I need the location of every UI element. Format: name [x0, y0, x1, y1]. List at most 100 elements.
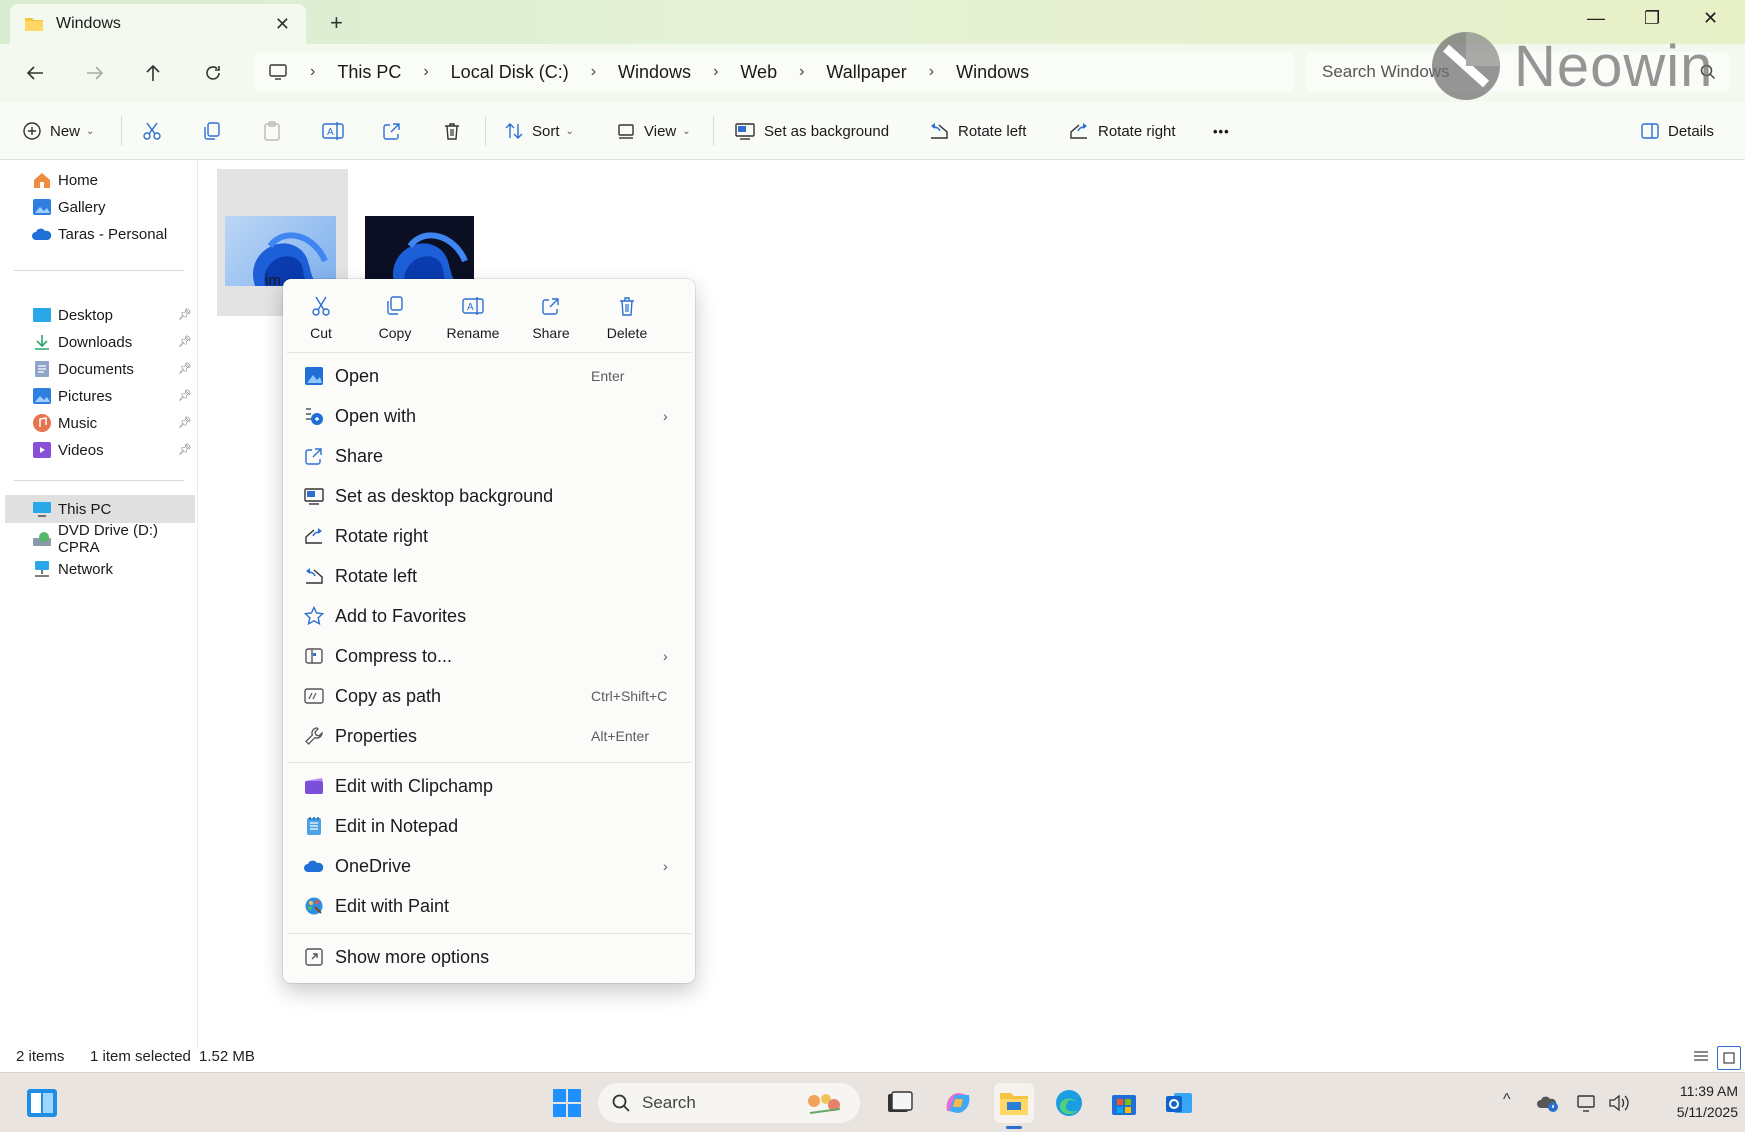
delete-action[interactable]: Delete	[599, 289, 655, 359]
sidebar-item-label: DVD Drive (D:) CPRA	[58, 522, 158, 556]
menu-item-open[interactable]: Open Enter	[287, 358, 691, 394]
menu-item-edit-with-clipchamp[interactable]: Edit with Clipchamp	[287, 768, 691, 804]
sidebar-item-home[interactable]: Home	[0, 166, 196, 194]
address-bar[interactable]: › This PC › Local Disk (C:) › Windows › …	[254, 52, 1294, 92]
chevron-down-icon: ⌄	[86, 125, 95, 137]
rename-action[interactable]: A Rename	[443, 289, 503, 359]
forward-button[interactable]	[82, 60, 108, 86]
back-button[interactable]	[22, 60, 48, 86]
more-options-button[interactable]: •••	[1213, 102, 1230, 160]
start-button[interactable]	[547, 1083, 587, 1123]
details-view-icon[interactable]	[1693, 1050, 1709, 1064]
sort-button[interactable]: Sort ⌄	[504, 102, 574, 160]
file-explorer-taskbar-button[interactable]	[994, 1083, 1034, 1129]
refresh-button[interactable]	[200, 60, 226, 86]
menu-item-rotate-right[interactable]: Rotate right	[287, 518, 691, 554]
rename-button[interactable]: A	[322, 102, 344, 160]
breadcrumb-wallpaper[interactable]: Wallpaper	[826, 62, 906, 83]
sidebar-item-this-pc[interactable]: This PC	[5, 495, 195, 523]
breadcrumb-this-pc[interactable]: This PC	[337, 62, 401, 83]
sidebar-item-music[interactable]: Music 📌︎	[0, 409, 196, 437]
taskbar-search-box[interactable]: Search	[598, 1083, 860, 1123]
sidebar-item-videos[interactable]: Videos 📌︎	[0, 436, 196, 464]
menu-item-edit-with-paint[interactable]: Edit with Paint	[287, 888, 691, 924]
sidebar-item-label: Gallery	[58, 198, 106, 216]
sidebar-item-onedrive-personal[interactable]: Taras - Personal	[0, 220, 196, 248]
pin-icon[interactable]: 📌︎	[178, 362, 192, 375]
up-button[interactable]	[140, 60, 166, 86]
details-button[interactable]: Details	[1640, 102, 1714, 160]
menu-item-share[interactable]: Share	[287, 438, 691, 474]
network-tray-button[interactable]	[1570, 1083, 1604, 1123]
pin-icon[interactable]: 📌︎	[178, 416, 192, 429]
large-icons-view-icon[interactable]	[1717, 1046, 1741, 1070]
pin-icon[interactable]: 📌︎	[178, 389, 192, 402]
menu-item-rotate-left[interactable]: Rotate left	[287, 558, 691, 594]
close-tab-icon[interactable]: ✕	[275, 14, 290, 35]
minimize-button[interactable]: —	[1587, 8, 1605, 29]
onedrive-tray-button[interactable]	[1530, 1083, 1566, 1123]
maximize-button[interactable]: ❐	[1644, 8, 1660, 29]
copilot-button[interactable]	[938, 1083, 978, 1123]
breadcrumb-windows-current[interactable]: Windows	[956, 62, 1029, 83]
system-clock[interactable]: 11:39 AM 5/11/2025	[1640, 1081, 1738, 1123]
selection-size: 1.52 MB	[199, 1048, 255, 1065]
cut-button[interactable]	[142, 102, 162, 160]
menu-item-compress-to[interactable]: Compress to... ›	[287, 638, 691, 674]
breadcrumb-web[interactable]: Web	[740, 62, 777, 83]
rotate-right-button[interactable]: Rotate right	[1068, 102, 1176, 160]
home-icon	[32, 170, 52, 190]
paste-button[interactable]	[262, 102, 282, 160]
show-hidden-icons-button[interactable]: ^	[1503, 1091, 1511, 1109]
pin-icon[interactable]: 📌︎	[178, 308, 192, 321]
outlook-button[interactable]	[1159, 1083, 1199, 1123]
close-window-button[interactable]: ✕	[1703, 8, 1718, 29]
sidebar-divider	[14, 270, 184, 271]
sidebar-item-dvd-drive[interactable]: DVD Drive (D:) CPRA	[0, 522, 196, 556]
store-button[interactable]	[1104, 1083, 1144, 1123]
copy-action[interactable]: Copy	[371, 289, 419, 359]
volume-tray-button[interactable]	[1602, 1083, 1636, 1123]
tab-windows[interactable]: Windows ✕	[10, 4, 306, 44]
new-tab-button[interactable]: +	[330, 10, 343, 36]
menu-item-edit-in-notepad[interactable]: Edit in Notepad	[287, 808, 691, 844]
file-thumbnail-dark[interactable]	[365, 216, 474, 286]
task-view-button[interactable]	[880, 1083, 920, 1123]
pin-icon[interactable]: 📌︎	[178, 335, 192, 348]
menu-item-copy-as-path[interactable]: Copy as path Ctrl+Shift+C	[287, 678, 691, 714]
menu-item-onedrive[interactable]: OneDrive ›	[287, 848, 691, 884]
menu-item-show-more-options[interactable]: Show more options	[287, 939, 691, 975]
breadcrumb-local-disk[interactable]: Local Disk (C:)	[451, 62, 569, 83]
new-button[interactable]: New ⌄	[22, 102, 94, 160]
sidebar-item-label: Pictures	[58, 387, 113, 405]
rename-icon: A	[322, 121, 344, 141]
menu-item-open-with[interactable]: Open with ›	[287, 398, 691, 434]
navigation-pane: Home Gallery Taras - Personal Desktop 📌︎…	[0, 160, 198, 1050]
sidebar-item-gallery[interactable]: Gallery	[0, 193, 196, 221]
view-button[interactable]: View ⌄	[616, 102, 691, 160]
wrench-icon	[303, 725, 325, 747]
rotate-left-label: Rotate left	[958, 122, 1027, 140]
sidebar-item-network[interactable]: Network	[0, 555, 196, 583]
copy-button[interactable]	[202, 102, 222, 160]
widgets-button[interactable]	[22, 1083, 62, 1123]
menu-item-add-to-favorites[interactable]: Add to Favorites	[287, 598, 691, 634]
pin-icon[interactable]: 📌︎	[178, 443, 192, 456]
sidebar-item-pictures[interactable]: Pictures 📌︎	[0, 382, 196, 410]
photos-icon	[303, 365, 325, 387]
delete-button[interactable]	[442, 102, 462, 160]
cut-action[interactable]: Cut	[297, 289, 345, 359]
share-action[interactable]: Share	[525, 289, 577, 359]
breadcrumb-windows[interactable]: Windows	[618, 62, 691, 83]
edge-button[interactable]	[1049, 1083, 1089, 1123]
menu-item-properties[interactable]: Properties Alt+Enter	[287, 718, 691, 754]
share-button[interactable]	[382, 102, 402, 160]
set-as-background-button[interactable]: Set as background	[734, 102, 889, 160]
sidebar-item-label: Music	[58, 414, 98, 432]
sidebar-item-desktop[interactable]: Desktop 📌︎	[0, 301, 196, 329]
sidebar-item-downloads[interactable]: Downloads 📌︎	[0, 328, 196, 356]
copy-label: Copy	[378, 325, 412, 341]
rotate-left-button[interactable]: Rotate left	[928, 102, 1026, 160]
menu-item-set-desktop-background[interactable]: Set as desktop background	[287, 478, 691, 514]
sidebar-item-documents[interactable]: Documents 📌︎	[0, 355, 196, 383]
